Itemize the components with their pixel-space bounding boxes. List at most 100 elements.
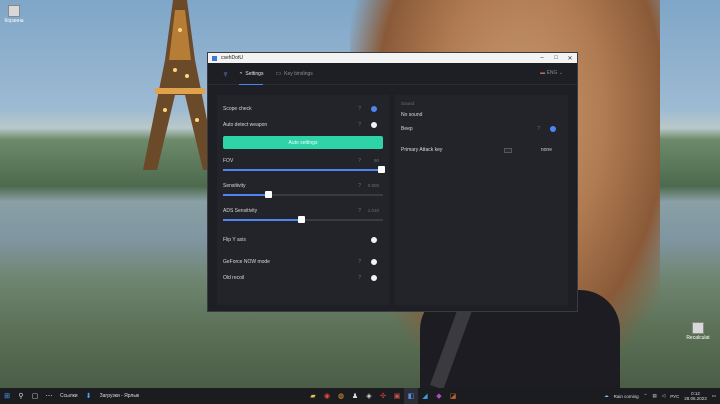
fov-value: 90 [373,158,379,163]
clock-date: 28.06.2023 [684,396,707,401]
notification-icon[interactable]: ▭ [712,393,716,399]
primary-attack-key-value[interactable]: none [541,147,552,153]
tab-label: Settings [245,70,264,77]
beep-row: Beep ? [401,122,562,136]
sensitivity-value: 0.600 [367,183,379,188]
app-navbar: ♆ ◔ Settings ▭ Key bindings ▬ ENG ⌄ [208,63,577,85]
sound-section-label: Sound [401,101,415,106]
taskbar-downloads-label[interactable]: Загрузки - Ярлык [100,393,140,399]
desktop-icon-label: Recalculat [686,335,710,341]
tab-key-bindings[interactable]: ▭ Key bindings [275,63,312,85]
settings-content: Scope check ? Auto detect weapon ? Auto … [217,95,568,305]
maximize-icon[interactable]: □ [549,55,563,61]
geforce-now-label: GeForce NOW mode [223,259,270,265]
geforce-now-row: GeForce NOW mode ? [223,254,383,270]
taskbar: ⊞ ⚲ ▢ ⋯ Ссылки ⬇ Загрузки - Ярлык ▰ ◉ ◍ … [0,388,720,404]
search-icon[interactable]: ⚲ [14,388,28,404]
left-settings-panel: Scope check ? Auto detect weapon ? Auto … [217,95,389,305]
no-sound-row[interactable]: No sound [401,108,562,122]
sensitivity-slider-fill [223,194,268,196]
taskbar-apps: ▰ ◉ ◍ ♟ ◈ ✣ ▣ ◧ ◢ ◆ ◪ [306,388,460,404]
ads-sensitivity-slider-track[interactable] [223,216,383,223]
media-icon[interactable]: ▣ [390,388,404,404]
language-label: ENG [546,70,558,76]
tab-label: Key bindings [284,70,313,77]
minimize-icon[interactable]: – [535,55,549,61]
photo-icon[interactable]: ◆ [432,388,446,404]
app-logo-icon: ♆ [222,68,229,79]
app-icon[interactable]: ♟ [348,388,362,404]
keyboard-icon [504,147,512,153]
window-titlebar[interactable]: csehDotU – □ ✕ [208,53,577,63]
chrome-icon[interactable]: ◉ [320,388,334,404]
windows-start-icon[interactable]: ⊞ [0,388,14,404]
fov-slider-track[interactable] [223,166,386,173]
fov-slider-handle[interactable] [378,166,386,173]
auto-detect-row: Auto detect weapon ? [223,117,383,133]
desktop-icon-file[interactable]: Recalculat [686,322,710,341]
weather-icon: ☁ [604,393,609,398]
language-selector[interactable]: ▬ ENG ⌄ [540,70,563,76]
help-icon[interactable]: ? [358,106,361,112]
help-icon[interactable]: ? [358,122,361,128]
flip-y-row: Flip Y axis [223,232,383,248]
volume-icon[interactable]: ◁ [662,393,665,399]
link-icon[interactable]: ⋯ [42,388,56,404]
geforce-now-toggle[interactable] [371,259,377,265]
office-icon[interactable]: ◪ [446,388,460,404]
scope-check-toggle[interactable] [371,106,377,112]
scope-check-row: Scope check ? [223,101,383,117]
task-view-icon[interactable]: ▢ [28,388,42,404]
scope-check-label: Scope check [223,106,252,112]
tab-settings[interactable]: ◔ Settings [238,63,264,85]
flag-icon: ▬ [540,70,546,76]
store-icon[interactable]: ◈ [362,388,376,404]
sensitivity-slider-handle[interactable] [264,191,272,198]
help-icon[interactable]: ? [537,126,540,132]
old-recoil-label: Old recoil [223,275,245,281]
old-recoil-toggle[interactable] [371,275,377,281]
taskbar-links-label[interactable]: Ссылки [60,393,78,399]
folder-icon[interactable]: ▰ [306,388,320,404]
file-icon [692,322,704,334]
primary-attack-key-row: Primary Attack key none [401,142,562,158]
ads-sensitivity-slider-block: ADS Sensitivity ? 1.010 [223,205,383,230]
auto-detect-label: Auto detect weapon [223,122,268,128]
headset-icon: ◔ [238,70,243,77]
beep-toggle[interactable] [550,126,556,132]
network-icon[interactable]: ▤ [652,393,656,399]
app-window: csehDotU – □ ✕ ♆ ◔ Settings ▭ Key bindin… [207,52,578,312]
help-icon[interactable]: ? [358,158,361,164]
weather-text[interactable]: Rain coming [614,394,639,399]
recycle-bin-icon [8,5,20,17]
keyboard-layout[interactable]: РУС [670,394,679,399]
sensitivity-slider-track[interactable] [223,191,383,198]
desktop-icon-label: Корзина [4,18,24,24]
auto-settings-button[interactable]: Auto settings [223,136,383,149]
clock[interactable]: 0:12 28.06.2023 [684,391,707,401]
help-icon[interactable]: ? [358,259,361,265]
help-icon[interactable]: ? [358,183,361,189]
help-icon[interactable]: ? [358,208,361,214]
auto-detect-toggle[interactable] [371,122,377,128]
telegram-icon[interactable]: ◢ [418,388,432,404]
ads-sensitivity-value: 1.010 [367,208,379,213]
old-recoil-row: Old recoil ? [223,270,383,286]
desktop-icon-recycle-bin[interactable]: Корзина [2,5,26,24]
chevron-down-icon: ⌄ [558,70,563,76]
window-title: csehDotU [221,55,243,61]
download-icon: ⬇ [85,393,92,400]
flip-y-toggle[interactable] [371,237,377,243]
keyboard-icon: ▭ [275,71,282,77]
browser-icon[interactable]: ◍ [334,388,348,404]
app-small-logo-icon [212,55,217,61]
help-icon[interactable]: ? [358,275,361,281]
active-app-icon[interactable]: ◧ [404,388,418,404]
fov-slider-block: FOV ? 90 [223,155,386,180]
game-icon[interactable]: ✣ [376,388,390,404]
chevron-up-icon[interactable]: ⌃ [644,393,648,399]
fov-slider-fill [223,169,382,171]
primary-attack-key-label: Primary Attack key [401,147,443,153]
ads-sensitivity-slider-handle[interactable] [298,216,306,223]
close-icon[interactable]: ✕ [563,55,577,62]
